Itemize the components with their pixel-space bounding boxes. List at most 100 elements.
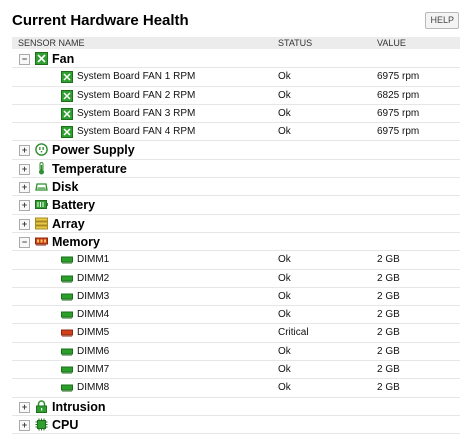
sensor-value: 2 GB (377, 254, 400, 266)
sensor-tree: − Fan System Board FAN 1 RPM Ok 6975 rpm… (12, 50, 460, 435)
expand-toggle[interactable]: + (19, 419, 30, 431)
sensor-status: Ok (278, 254, 291, 266)
sensor-value: 2 GB (377, 290, 400, 302)
collapse-toggle[interactable]: − (19, 236, 30, 248)
group-disk[interactable]: + Disk (12, 178, 460, 197)
sensor-name: DIMM8 (77, 382, 110, 394)
sensor-status: Ok (278, 71, 291, 83)
sensor-row[interactable]: System Board FAN 3 RPM Ok 6975 rpm (12, 105, 460, 124)
column-status: STATUS (278, 38, 313, 48)
group-intrusion[interactable]: + Intrusion (12, 398, 460, 416)
memory-module-icon (61, 384, 73, 393)
group-power-supply[interactable]: + Power Supply (12, 141, 460, 160)
expand-toggle[interactable]: + (19, 163, 30, 175)
group-label: Disk (52, 180, 79, 195)
column-sensor-name: SENSOR NAME (18, 38, 85, 48)
sensor-row[interactable]: System Board FAN 4 RPM Ok 6975 rpm (12, 123, 460, 142)
group-label: Intrusion (52, 399, 106, 414)
group-label: Battery (52, 198, 96, 213)
lock-icon (36, 399, 47, 413)
sensor-name: System Board FAN 1 RPM (77, 71, 196, 83)
sensor-value: 6975 rpm (377, 71, 420, 83)
sensor-status: Ok (278, 364, 291, 376)
fan-icon (61, 71, 73, 84)
fan-icon (61, 89, 73, 102)
group-label: Fan (52, 52, 75, 66)
sensor-name: System Board FAN 3 RPM (77, 107, 196, 119)
memory-module-icon (61, 348, 73, 356)
group-label: Power Supply (52, 143, 135, 158)
sensor-row[interactable]: DIMM3 Ok 2 GB (12, 288, 460, 307)
panel-header: Current Hardware Health HELP (12, 12, 460, 34)
sensor-row[interactable]: DIMM1 Ok 2 GB (12, 251, 460, 270)
thermometer-icon (39, 161, 44, 175)
sensor-value: 2 GB (377, 382, 400, 394)
group-label: CPU (52, 417, 79, 432)
cpu-icon (35, 418, 48, 431)
sensor-name: DIMM1 (77, 254, 110, 266)
fan-icon (61, 126, 73, 139)
expand-toggle[interactable]: + (19, 218, 30, 230)
sensor-row[interactable]: System Board FAN 1 RPM Ok 6975 rpm (12, 68, 460, 87)
fan-icon (61, 107, 73, 120)
sensor-status: Critical (278, 327, 309, 339)
group-memory[interactable]: − Memory (12, 233, 460, 252)
sensor-status: Ok (278, 382, 291, 394)
expand-toggle[interactable]: + (19, 200, 30, 212)
memory-module-icon (61, 275, 73, 283)
sensor-value: 6825 rpm (377, 89, 420, 101)
sensor-row[interactable]: DIMM4 Ok 2 GB (12, 306, 460, 325)
page-title: Current Hardware Health (12, 12, 189, 29)
column-header: SENSOR NAME STATUS VALUE (12, 37, 460, 49)
sensor-row[interactable]: DIMM6 Ok 2 GB (12, 343, 460, 362)
sensor-name: DIMM6 (77, 345, 110, 357)
sensor-status: Ok (278, 107, 291, 119)
sensor-name: System Board FAN 2 RPM (77, 89, 196, 101)
sensor-row[interactable]: DIMM7 Ok 2 GB (12, 361, 460, 380)
group-label: Array (52, 216, 85, 231)
column-value: VALUE (377, 38, 406, 48)
sensor-status: Ok (278, 309, 291, 321)
group-temperature[interactable]: + Temperature (12, 160, 460, 179)
sensor-value: 2 GB (377, 272, 400, 284)
sensor-name: DIMM7 (77, 364, 110, 376)
sensor-value: 2 GB (377, 309, 400, 321)
group-battery[interactable]: + Battery (12, 196, 460, 215)
sensor-name: System Board FAN 4 RPM (77, 126, 196, 138)
expand-toggle[interactable]: + (19, 145, 30, 157)
sensor-status: Ok (278, 89, 291, 101)
group-label: Memory (52, 234, 100, 249)
memory-module-icon (61, 293, 73, 301)
sensor-row-critical[interactable]: DIMM5 Critical 2 GB (12, 324, 460, 343)
sensor-value: 2 GB (377, 345, 400, 357)
array-icon (35, 217, 48, 230)
battery-icon (35, 200, 48, 210)
group-array[interactable]: + Array (12, 215, 460, 233)
expand-toggle[interactable]: + (19, 182, 30, 194)
sensor-row[interactable]: DIMM2 Ok 2 GB (12, 270, 460, 288)
sensor-row[interactable]: DIMM8 Ok 2 GB (12, 379, 460, 398)
help-button[interactable]: HELP (425, 12, 459, 29)
memory-module-icon (61, 366, 73, 375)
memory-module-icon (61, 256, 73, 265)
memory-module-critical-icon (61, 329, 73, 338)
collapse-toggle[interactable]: − (19, 54, 30, 65)
memory-module-icon (61, 311, 73, 320)
sensor-status: Ok (278, 345, 291, 357)
sensor-name: DIMM5 (77, 327, 110, 339)
fan-icon (35, 52, 48, 65)
disk-icon (35, 183, 48, 191)
sensor-status: Ok (278, 126, 291, 138)
group-fan[interactable]: − Fan (12, 50, 460, 69)
sensor-status: Ok (278, 272, 291, 284)
group-cpu[interactable]: + CPU (12, 416, 460, 435)
sensor-row[interactable]: System Board FAN 2 RPM Ok 6825 rpm (12, 87, 460, 105)
sensor-value: 2 GB (377, 364, 400, 376)
group-label: Temperature (52, 161, 127, 176)
expand-toggle[interactable]: + (19, 401, 30, 413)
sensor-value: 6975 rpm (377, 126, 420, 138)
sensor-name: DIMM2 (77, 272, 110, 284)
sensor-name: DIMM4 (77, 309, 110, 321)
memory-icon (35, 237, 48, 246)
sensor-value: 6975 rpm (377, 107, 420, 119)
